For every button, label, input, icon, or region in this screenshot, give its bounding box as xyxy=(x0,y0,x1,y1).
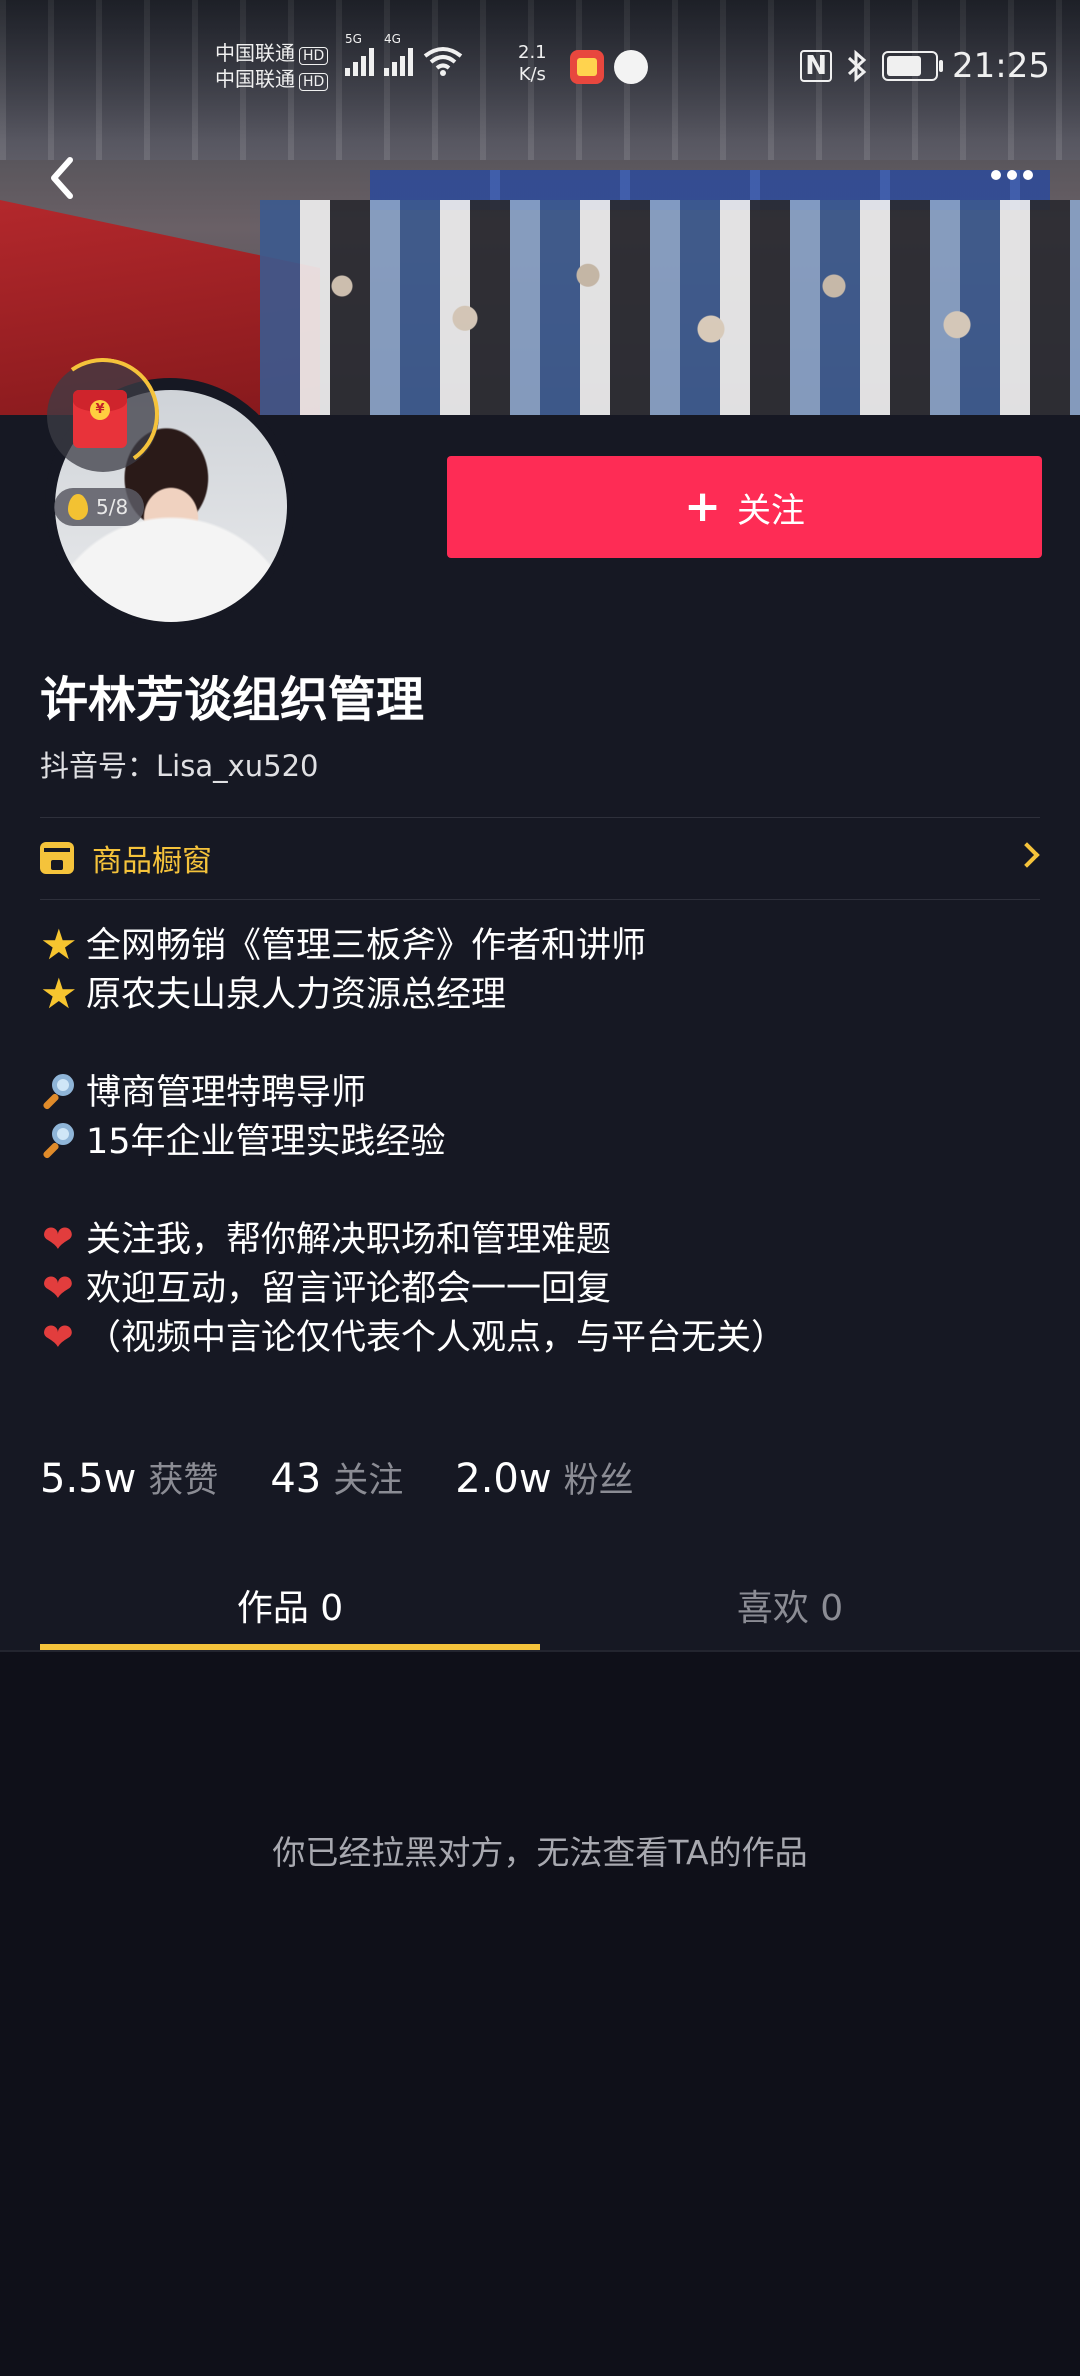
carrier-2: 中国联通 xyxy=(215,67,295,91)
star-emoji-icon xyxy=(40,923,84,969)
signal-icons: 5G 4G xyxy=(345,32,463,76)
stat-likes[interactable]: 5.5w 获赞 xyxy=(40,1452,218,1503)
magnifier-emoji-icon xyxy=(40,1121,84,1165)
content-tabs: 作品 0 喜欢 0 xyxy=(40,1560,1040,1650)
battery-icon xyxy=(882,51,944,81)
yuan-coin-icon: ¥ xyxy=(90,400,110,420)
golden-egg-icon xyxy=(68,494,88,520)
bio-text: 关注我，帮你解决职场和管理难题 xyxy=(86,1220,612,1260)
signal-strength-icon-1 xyxy=(345,46,374,76)
tab-likes-label: 喜欢 0 xyxy=(736,1588,844,1629)
stat-following[interactable]: 43 关注 xyxy=(270,1452,403,1503)
network-type-1: 5G xyxy=(345,32,374,76)
following-count: 43 xyxy=(270,1456,322,1502)
bio-text: 15年企业管理实践经验 xyxy=(86,1122,446,1162)
hd-badge-2: HD xyxy=(299,73,329,91)
bio-line: （视频中言论仅代表个人观点，与平台无关） xyxy=(40,1314,1040,1363)
tab-works[interactable]: 作品 0 xyxy=(40,1560,540,1650)
chevron-right-icon xyxy=(1014,842,1040,868)
bio-text: （视频中言论仅代表个人观点，与平台无关） xyxy=(86,1318,787,1358)
back-button[interactable] xyxy=(38,148,88,208)
system-status-icons: N 21:25 xyxy=(800,46,1050,86)
egg-progress-text: 5/8 xyxy=(96,495,129,519)
cover-audience xyxy=(260,200,1080,415)
works-content-area xyxy=(0,1652,1080,2376)
star-emoji-icon xyxy=(40,972,84,1018)
net-type-1-label: 5G xyxy=(345,32,362,46)
tab-works-label: 作品 0 xyxy=(236,1588,344,1629)
bluetooth-icon xyxy=(847,49,867,83)
divider-bottom xyxy=(40,899,1040,900)
profile-stats: 5.5w 获赞 43 关注 2.0w 粉丝 xyxy=(40,1452,686,1516)
fans-count: 2.0w xyxy=(455,1456,552,1502)
chevron-left-icon xyxy=(51,157,73,199)
hd-badge-1: HD xyxy=(299,47,329,65)
shop-window-label: 商品橱窗 xyxy=(92,844,212,879)
bio-text: 欢迎互动，留言评论都会一一回复 xyxy=(86,1269,612,1309)
bio-line: 欢迎互动，留言评论都会一一回复 xyxy=(40,1265,1040,1314)
fans-label: 粉丝 xyxy=(563,1461,634,1501)
network-type-2: 4G xyxy=(384,32,413,76)
carrier-1: 中国联通 xyxy=(215,41,295,65)
bio-spacer xyxy=(40,1020,1040,1069)
heart-emoji-icon xyxy=(40,1266,84,1312)
notification-app-icon xyxy=(570,50,604,84)
bio-line: 15年企业管理实践经验 xyxy=(40,1118,1040,1167)
speed-value: 2.1 xyxy=(518,42,547,63)
heart-emoji-icon xyxy=(40,1315,84,1361)
more-dot-icon xyxy=(1007,170,1017,180)
bio-line: 关注我，帮你解决职场和管理难题 xyxy=(40,1216,1040,1265)
plus-icon: + xyxy=(684,481,721,532)
more-options-button[interactable] xyxy=(982,155,1042,195)
more-dot-icon xyxy=(1023,170,1033,180)
tab-likes[interactable]: 喜欢 0 xyxy=(540,1560,1040,1650)
bio-line: 原农夫山泉人力资源总经理 xyxy=(40,971,1040,1020)
profile-name: 许林芳谈组织管理 xyxy=(40,672,425,728)
net-type-2-label: 4G xyxy=(384,32,401,46)
bio-line: 博商管理特聘导师 xyxy=(40,1069,1040,1118)
heart-emoji-icon xyxy=(40,1217,84,1263)
notification-app-icon-2 xyxy=(614,50,648,84)
blocked-empty-message: 你已经拉黑对方，无法查看TA的作品 xyxy=(272,1833,808,1872)
bio-line: 全网畅销《管理三板斧》作者和讲师 xyxy=(40,922,1040,971)
likes-count: 5.5w xyxy=(40,1456,137,1502)
network-speed: 2.1 K/s xyxy=(518,42,547,86)
carrier-info: 中国联通 HD 中国联通 HD xyxy=(215,40,329,92)
nfc-icon: N xyxy=(800,50,833,82)
shop-icon xyxy=(40,842,74,874)
shop-window-row[interactable]: 商品橱窗 xyxy=(40,818,1040,898)
red-packet-icon[interactable]: ¥ xyxy=(73,390,127,448)
likes-label: 获赞 xyxy=(148,1461,219,1501)
douyin-id[interactable]: 抖音号：Lisa_xu520 xyxy=(40,746,319,786)
bio-text: 全网畅销《管理三板斧》作者和讲师 xyxy=(86,926,647,966)
status-bar: 中国联通 HD 中国联通 HD 5G 4G 2.1 K/s N 21:25 xyxy=(0,32,1080,106)
signal-strength-icon-2 xyxy=(384,46,413,76)
follow-button[interactable]: + 关注 xyxy=(447,456,1042,558)
follow-button-label: 关注 xyxy=(736,490,805,531)
bio: 全网畅销《管理三板斧》作者和讲师 原农夫山泉人力资源总经理 博商管理特聘导师 1… xyxy=(40,922,1040,1363)
bio-spacer xyxy=(40,1167,1040,1216)
magnifier-emoji-icon xyxy=(40,1072,84,1116)
egg-progress-badge[interactable]: 5/8 xyxy=(54,488,144,526)
wifi-icon xyxy=(423,47,463,76)
bio-text: 博商管理特聘导师 xyxy=(86,1073,367,1113)
following-label: 关注 xyxy=(333,1461,404,1501)
more-dot-icon xyxy=(991,170,1001,180)
speed-unit: K/s xyxy=(518,64,546,85)
bio-text: 原农夫山泉人力资源总经理 xyxy=(86,975,507,1015)
stat-fans[interactable]: 2.0w 粉丝 xyxy=(455,1452,633,1503)
clock: 21:25 xyxy=(952,46,1050,86)
